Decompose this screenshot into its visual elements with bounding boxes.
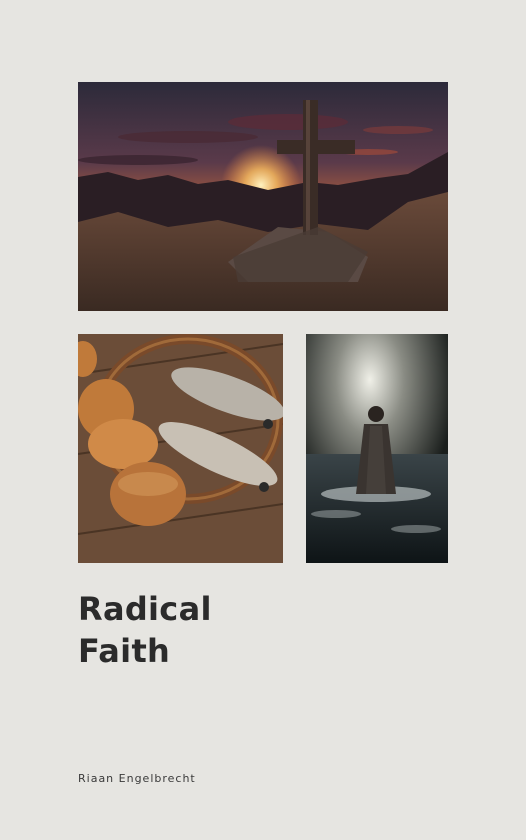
bread-fish-photo — [78, 334, 283, 563]
cross-sunset-photo — [78, 82, 448, 311]
title-line-1: Radical — [78, 590, 212, 628]
book-title: Radical Faith — [78, 588, 212, 672]
title-line-2: Faith — [78, 632, 171, 670]
author-name: Riaan Engelbrecht — [78, 772, 196, 785]
walking-on-water-photo — [306, 334, 448, 563]
